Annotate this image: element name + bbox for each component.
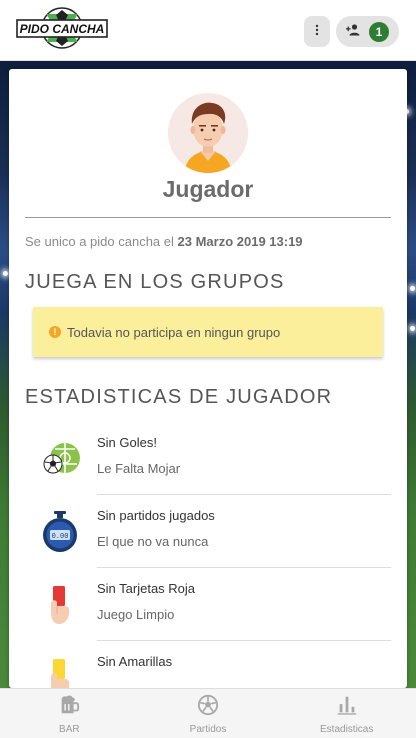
soccer-ball-icon <box>197 694 219 721</box>
stat-title: Sin Amarillas <box>97 654 173 669</box>
joined-date: 23 Marzo 2019 13:19 <box>177 234 303 249</box>
stat-item[interactable]: Sin Tarjetas Roja Juego Limpio <box>33 568 391 641</box>
nav-label-estadisticas: Estadisticas <box>320 724 374 735</box>
beer-mug-icon <box>58 694 80 721</box>
bar-chart-icon <box>336 694 358 721</box>
stat-item[interactable]: Sin Goles! Le Falta Mojar <box>33 422 391 495</box>
stat-item[interactable]: 0.00 Sin partidos jugados El que no va n… <box>33 495 391 568</box>
bottom-navigation: BAR Partidos Estadisticas <box>0 688 416 738</box>
groups-section-title: JUEGA EN LOS GRUPOS <box>25 271 285 293</box>
nav-item-estadisticas[interactable]: Estadisticas <box>277 689 416 738</box>
stat-subtitle: Le Falta Mojar <box>97 461 181 476</box>
person-add-icon <box>346 23 360 41</box>
no-groups-alert-text: Todavia no participa en ningun grupo <box>67 324 281 340</box>
stats-section-title: ESTADISTICAS DE JUGADOR <box>25 386 333 408</box>
no-groups-alert: ! Todavia no participa en ningun grupo <box>33 307 383 357</box>
name-divider <box>25 217 391 218</box>
more-vert-icon <box>315 23 319 41</box>
nav-label-partidos: Partidos <box>189 724 227 735</box>
stat-item[interactable]: Sin Amarillas <box>33 641 391 688</box>
yellow-card-icon <box>39 657 79 688</box>
stat-title: Sin Goles! <box>97 435 157 450</box>
pido-cancha-logo[interactable]: PIDO CANCHA <box>16 6 108 50</box>
friend-requests-badge: 1 <box>369 21 389 42</box>
stopwatch-icon: 0.00 <box>39 511 79 553</box>
stat-subtitle: Juego Limpio <box>97 607 175 622</box>
player-name: Jugador <box>162 176 254 202</box>
joined-prefix: Se unico a pido cancha el <box>25 234 174 249</box>
stat-title: Sin Tarjetas Roja <box>97 581 196 596</box>
warning-icon: ! <box>49 326 61 338</box>
player-avatar <box>168 93 248 173</box>
friend-requests-button[interactable]: 1 <box>336 16 399 47</box>
player-profile-card: Jugador Se unico a pido cancha el 23 Mar… <box>9 69 407 688</box>
soccer-ball-icon <box>39 438 80 480</box>
stat-subtitle: El que no va nunca <box>97 534 209 549</box>
more-options-button[interactable] <box>304 16 330 47</box>
app-header: PIDO CANCHA 1 <box>0 0 416 61</box>
joined-date-text: Se unico a pido cancha el 23 Marzo 2019 … <box>25 234 303 249</box>
nav-label-bar: BAR <box>59 724 80 735</box>
nav-item-bar[interactable]: BAR <box>0 689 139 738</box>
stat-title: Sin partidos jugados <box>97 508 215 523</box>
nav-item-partidos[interactable]: Partidos <box>139 689 278 738</box>
logo-text: PIDO CANCHA <box>20 22 105 36</box>
red-card-icon <box>39 584 79 626</box>
svg-text:0.00: 0.00 <box>52 533 69 541</box>
